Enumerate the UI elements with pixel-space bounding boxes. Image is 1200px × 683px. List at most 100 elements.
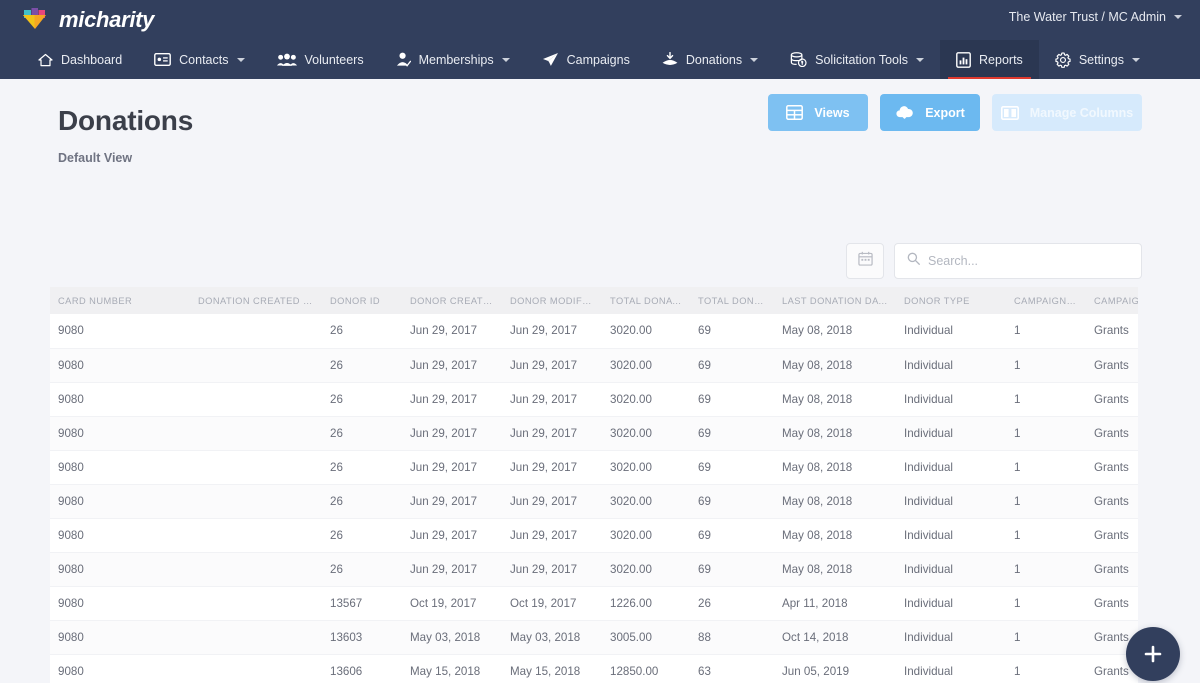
user-check-icon [396,52,411,67]
search-box[interactable] [894,243,1142,279]
search-input[interactable] [928,254,1129,268]
nav-item-donations[interactable]: Donations [646,40,774,79]
table-row[interactable]: 9080 13603 May 03, 2018 May 03, 2018 3005.00… [50,620,1138,655]
table-header-row: CARD NUMBER DONATION CREATED BY DONOR ID DO… [50,287,1138,314]
table-cell: 26 [322,382,402,417]
table-cell: Grants [1086,586,1138,621]
table-cell: 1 [1006,450,1086,485]
table-cell: Jun 29, 2017 [502,348,602,383]
column-header[interactable]: DONATION CREATED BY [190,287,322,314]
table-cell: 9080 [50,620,190,655]
account-menu[interactable]: The Water Trust / MC Admin [1009,10,1182,24]
table-cell: May 08, 2018 [774,314,896,349]
table-cell [190,620,322,655]
table-cell: 13603 [322,620,402,655]
donations-table: CARD NUMBER DONATION CREATED BY DONOR ID DO… [50,287,1138,683]
views-button[interactable]: Views [768,94,868,131]
table-row[interactable]: 9080 26 Jun 29, 2017 Jun 29, 2017 3020.00 69 M… [50,416,1138,451]
table-row[interactable]: 9080 26 Jun 29, 2017 Jun 29, 2017 3020.00 69 M… [50,314,1138,349]
brand-name: micharity [59,7,155,32]
grid-table-icon [786,105,804,120]
home-icon [38,53,53,67]
table-cell: 9080 [50,654,190,683]
money-stack-icon [790,52,807,67]
export-button-label: Export [925,105,965,120]
table-row[interactable]: 9080 26 Jun 29, 2017 Jun 29, 2017 3020.00 69 M… [50,484,1138,519]
paper-plane-icon [542,52,559,67]
column-header[interactable]: TOTAL DONATIO... [690,287,774,314]
table-cell: Jun 29, 2017 [502,484,602,519]
table-cell: Apr 11, 2018 [774,586,896,621]
table-cell: Individual [896,484,1006,519]
table-cell: Grants [1086,450,1138,485]
nav-item-volunteers[interactable]: Volunteers [261,40,380,79]
table-row[interactable]: 9080 26 Jun 29, 2017 Jun 29, 2017 3020.00 69 M… [50,450,1138,485]
table-cell: Individual [896,416,1006,451]
table-cell: 3020.00 [602,382,690,417]
chevron-down-icon [750,57,759,62]
chevron-down-icon [236,57,245,62]
table-cell: Individual [896,552,1006,587]
table-row[interactable]: 9080 26 Jun 29, 2017 Jun 29, 2017 3020.00 69 M… [50,518,1138,553]
page-content: Donations Default View Views Export Mana… [0,79,1200,683]
export-button[interactable]: Export [880,94,980,131]
table-header: CARD NUMBER DONATION CREATED BY DONOR ID DO… [50,287,1138,314]
table-cell: 1 [1006,620,1086,655]
top-navigation-bar: micharity The Water Trust / MC Admin Das… [0,0,1200,79]
column-header[interactable]: LAST DONATION DATE [774,287,896,314]
chevron-down-icon [1131,57,1140,62]
table-cell [190,348,322,383]
nav-item-reports[interactable]: Reports [940,40,1039,79]
column-header[interactable]: CARD NUMBER [50,287,190,314]
table-cell: 1 [1006,416,1086,451]
calendar-icon [857,251,873,271]
date-filter-button[interactable] [846,243,884,279]
column-header[interactable]: DONOR ID [322,287,402,314]
table-cell: Jun 29, 2017 [402,552,502,587]
table-row[interactable]: 9080 13567 Oct 19, 2017 Oct 19, 2017 1226.00… [50,586,1138,621]
table-cell: 13567 [322,586,402,621]
add-record-fab-button[interactable] [1126,627,1180,681]
brand-logo-group[interactable]: micharity [18,7,154,33]
table-cell: 9080 [50,416,190,451]
column-header[interactable]: CAMPAIGN ID [1006,287,1086,314]
table-row[interactable]: 9080 26 Jun 29, 2017 Jun 29, 2017 3020.00 69 M… [50,348,1138,383]
column-header[interactable]: CAMPAIGN NAME [1086,287,1138,314]
column-header[interactable]: DONOR CREATED DA... [402,287,502,314]
table-cell: Jun 29, 2017 [402,382,502,417]
manage-columns-button[interactable]: Manage Columns [992,94,1142,131]
table-cell: 3005.00 [602,620,690,655]
table-row[interactable]: 9080 26 Jun 29, 2017 Jun 29, 2017 3020.00 69 M… [50,382,1138,417]
nav-item-settings[interactable]: Settings [1039,40,1156,79]
column-header[interactable]: TOTAL DONATIO... [602,287,690,314]
table-cell: 69 [690,382,774,417]
nav-label: Volunteers [304,52,364,67]
table-cell [190,552,322,587]
nav-item-dashboard[interactable]: Dashboard [22,40,138,79]
column-header[interactable]: DONOR TYPE [896,287,1006,314]
table-cell [190,654,322,683]
nav-item-memberships[interactable]: Memberships [380,40,526,79]
table-row[interactable]: 9080 13606 May 15, 2018 May 15, 2018 12850.0… [50,654,1138,683]
table-row[interactable]: 9080 26 Jun 29, 2017 Jun 29, 2017 3020.00 69 M… [50,552,1138,587]
current-view-label: Default View [58,151,133,165]
table-cell: 1 [1006,348,1086,383]
table-cell: Individual [896,348,1006,383]
table-cell: May 15, 2018 [402,654,502,683]
table-cell: 9080 [50,586,190,621]
nav-item-campaigns[interactable]: Campaigns [526,40,646,79]
table-cell: 1226.00 [602,586,690,621]
nav-label: Memberships [418,52,494,67]
table-cell: Grants [1086,518,1138,553]
table-cell: Grants [1086,314,1138,349]
toolbar-actions: Views Export Manage Columns [768,94,1142,131]
nav-label: Dashboard [61,52,123,67]
nav-item-solicitation-tools[interactable]: Solicitation Tools [774,40,940,79]
nav-label: Contacts [179,52,229,67]
column-header[interactable]: DONOR MODIFIED D... [502,287,602,314]
table-cell: 26 [322,314,402,349]
table-cell: 9080 [50,314,190,349]
nav-item-contacts[interactable]: Contacts [138,40,260,79]
table-cell: May 03, 2018 [502,620,602,655]
cloud-download-icon [895,105,914,120]
